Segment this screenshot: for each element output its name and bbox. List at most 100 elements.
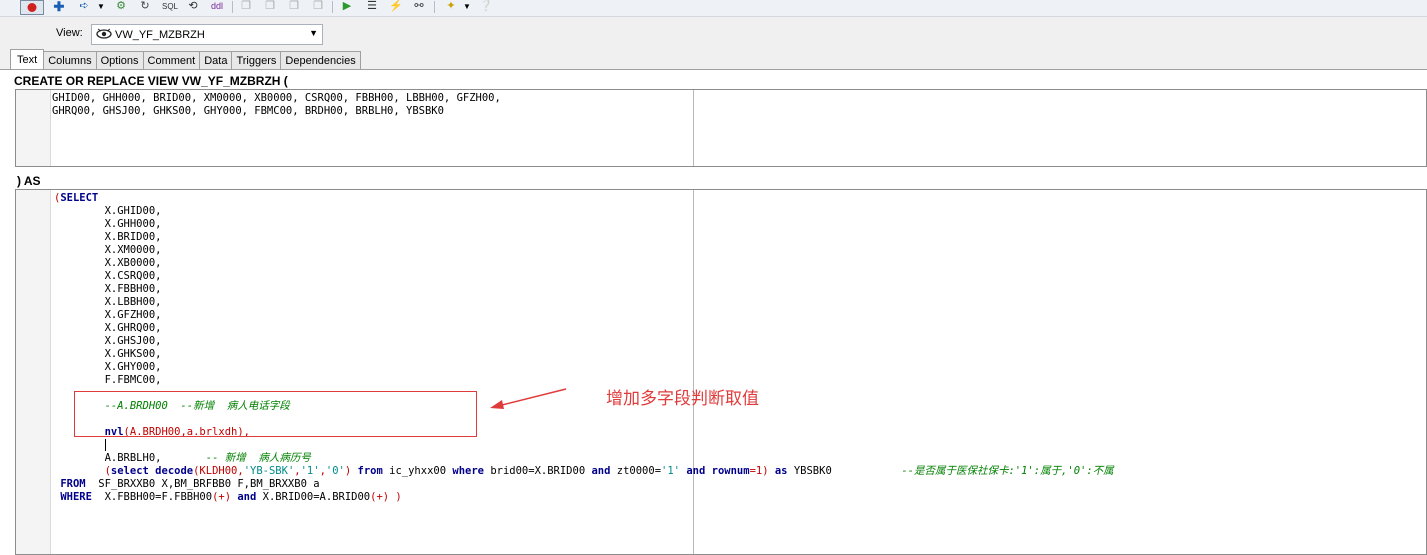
field: X.LBBH00, (104, 296, 162, 308)
select-keyword: select (110, 465, 149, 477)
dropdown-icon[interactable]: ▼ (97, 0, 105, 13)
sql-icon[interactable]: SQL (160, 0, 180, 13)
field: F.FBMC00, (104, 374, 162, 386)
sql-comment: --是否属于医保社保卡:'1':属于,'0':不属 (901, 465, 1114, 477)
paste-icon[interactable]: ❐ (262, 0, 278, 13)
toolbar-separator (232, 1, 233, 13)
wrench-icon[interactable]: ⚙ (114, 0, 128, 13)
editor-gutter (16, 90, 51, 166)
code-line: X.GHH000, (54, 218, 1114, 231)
view-label: View: (56, 27, 83, 39)
where-keyword: WHERE (60, 491, 92, 503)
tab-dependencies[interactable]: Dependencies (280, 51, 361, 69)
query-code: (SELECT X.GHID00, X.GHH000, X.BRID00, X.… (54, 192, 1114, 504)
tab-columns[interactable]: Columns (43, 51, 97, 69)
query-editor[interactable]: (SELECT X.GHID00, X.GHH000, X.BRID00, X.… (15, 189, 1427, 555)
eye-icon (96, 28, 112, 42)
paren: ) (344, 465, 352, 477)
tab-triggers[interactable]: Triggers (231, 51, 282, 69)
code-line: X.FBBH00, (54, 283, 1114, 296)
string-literal: 'YB-SBK' (243, 465, 295, 477)
field: X.GHRQ00, (104, 322, 162, 334)
columns-editor[interactable]: GHID00, GHH000, BRID00, XM0000, XB0000, … (15, 89, 1427, 167)
sql-label: SQL (161, 2, 178, 11)
from-keyword: from (357, 465, 383, 477)
and-keyword: and (591, 465, 611, 477)
list-icon[interactable]: ☰ (364, 0, 380, 13)
from-keyword: FROM (60, 478, 86, 490)
add-icon[interactable]: ✚ (52, 0, 66, 13)
field: X.XB0000, (104, 257, 162, 269)
compile-icon[interactable]: ⟲ (186, 0, 200, 13)
toolbar: ✚ ➪ ▼ ⚙ ↻ SQL ⟲ ddl ❐ ❐ ❐ ❐ ▶ ☰ ⚡ ⚯ ✦ ▼ … (0, 0, 1427, 17)
field: X.GHKS00, (104, 348, 162, 360)
code-line: F.FBMC00, (54, 374, 1114, 387)
table-list: SF_BRXXB0 X,BM_BRFBB0 F,BM_BRXXB0 a (98, 478, 320, 490)
paren: ) (395, 491, 402, 503)
refresh-icon[interactable]: ↻ (138, 0, 152, 13)
dropdown-icon[interactable]: ▼ (463, 0, 471, 13)
sql-comment: -- 新增 病人病历号 (205, 452, 311, 464)
annotation-arrow (490, 388, 567, 409)
field: X.BRID00, (104, 231, 162, 243)
code-line (54, 439, 1114, 452)
outer-join-marker: (+) (370, 491, 390, 503)
code-line: GHID00, GHH000, BRID00, XM0000, XB0000, … (52, 92, 501, 104)
copy-icon[interactable]: ❐ (238, 0, 254, 13)
condition: X.BRID00=A.BRID00 (262, 491, 371, 503)
magic-icon[interactable]: ✦ (442, 0, 460, 13)
code-line: FROM SF_BRXXB0 X,BM_BRFBB0 F,BM_BRXXB0 a (54, 478, 1114, 491)
arrow-icon[interactable]: ➪ (76, 0, 92, 13)
code-line: X.XB0000, (54, 257, 1114, 270)
field: X.CSRQ00, (104, 270, 162, 282)
rownum-keyword: rownum (711, 465, 750, 477)
and-keyword: and (686, 465, 706, 477)
columns-code: GHID00, GHH000, BRID00, XM0000, XB0000, … (52, 92, 501, 118)
text-tab-content: CREATE OR REPLACE VIEW VW_YF_MZBRZH ( GH… (0, 70, 1427, 555)
print-icon[interactable]: ❐ (310, 0, 326, 13)
ddl-icon[interactable]: ddl (206, 0, 228, 13)
condition: X.FBBH00=F.FBBH00 (104, 491, 213, 503)
condition: zt0000= (616, 465, 662, 477)
as-header: ) AS (17, 174, 41, 188)
chevron-down-icon[interactable]: ▼ (309, 28, 318, 38)
view-select[interactable]: VW_YF_MZBRZH ▼ (91, 24, 323, 45)
annotation-text: 增加多字段判断取值 (606, 389, 759, 409)
view-select-value: VW_YF_MZBRZH (115, 28, 205, 41)
lightning-icon[interactable]: ⚡ (388, 0, 404, 13)
code-line: X.BRID00, (54, 231, 1114, 244)
string-literal: '1' (661, 465, 680, 477)
binoculars-icon[interactable]: ⚯ (410, 0, 428, 13)
field: X.GHY000, (104, 361, 162, 373)
select-keyword: SELECT (60, 192, 99, 204)
record-icon[interactable] (20, 0, 44, 15)
help-icon[interactable]: ❔ (478, 0, 494, 13)
decode-keyword: decode (155, 465, 194, 477)
tab-text[interactable]: Text (10, 49, 45, 69)
annotation-box (74, 391, 477, 437)
toolbar-separator (434, 1, 435, 13)
tab-options[interactable]: Options (95, 51, 144, 69)
ddl-label: ddl (210, 1, 223, 11)
alias: YBSBK0 (793, 465, 832, 477)
right-margin-line (693, 90, 694, 166)
decode-args: (KLDH00, (193, 465, 244, 477)
string-literal: '0' (325, 465, 345, 477)
code-line: WHERE X.FBBH00=F.FBBH00(+) and X.BRID00=… (54, 491, 1114, 504)
tab-comment[interactable]: Comment (142, 51, 201, 69)
condition: brid00=X.BRID00 (490, 465, 586, 477)
code-line: X.LBBH00, (54, 296, 1114, 309)
code-line: X.GHKS00, (54, 348, 1114, 361)
code-line: X.GHSJ00, (54, 335, 1114, 348)
table-name: ic_yhxx00 (389, 465, 447, 477)
tab-data[interactable]: Data (199, 51, 233, 69)
and-keyword: and (237, 491, 257, 503)
cut-icon[interactable]: ❐ (286, 0, 302, 13)
condition: =1) (749, 465, 769, 477)
field: A.BRBLH0, (104, 452, 162, 464)
create-view-header: CREATE OR REPLACE VIEW VW_YF_MZBRZH ( (14, 74, 288, 88)
field: X.GHID00, (104, 205, 162, 217)
outer-join-marker: (+) (212, 491, 232, 503)
code-line: X.GHY000, (54, 361, 1114, 374)
run-icon[interactable]: ▶ (340, 0, 354, 13)
